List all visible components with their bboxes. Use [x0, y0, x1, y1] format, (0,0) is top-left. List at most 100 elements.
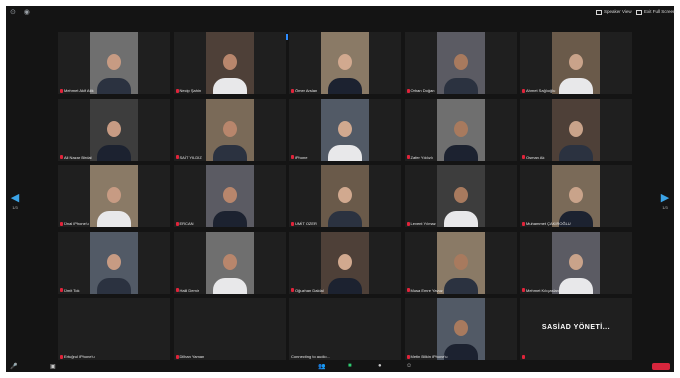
muted-mic-icon: [522, 88, 525, 93]
participant-tile[interactable]: Ertuğrul iPhone'u: [58, 298, 170, 360]
participant-head: [338, 187, 352, 203]
participant-name-tag: Dilhan Yaman: [175, 354, 205, 359]
participant-name-tag: UMİT OZER: [291, 221, 317, 226]
participant-head: [569, 187, 583, 203]
participant-name: Metin Bilkin iPhone'u: [410, 354, 448, 359]
full-screen-label: Exit Full Screen: [644, 9, 676, 14]
muted-mic-icon: [406, 354, 410, 359]
participant-name-tag: Oğuzhan Daldal: [291, 288, 324, 293]
participant-name-tag: Halil Demir: [175, 287, 200, 293]
participant-name: SAİT YILDIZ: [179, 154, 202, 160]
participant-head: [453, 320, 468, 336]
participant-name-tag: Connecting to audio...: [291, 354, 330, 359]
participant-video: [90, 165, 138, 227]
participant-name-tag: Ertuğrul iPhone'u: [60, 354, 95, 359]
participant-tile[interactable]: Ümit Tok: [58, 231, 170, 294]
participant-video: [552, 32, 600, 94]
participant-tile[interactable]: Orhan Doğan: [404, 32, 517, 94]
participant-head: [338, 54, 352, 70]
participant-head: [569, 54, 583, 70]
participant-head: [338, 120, 352, 137]
participant-tile[interactable]: Metin Bilkin iPhone'u: [404, 298, 517, 360]
share-screen-icon[interactable]: ■: [348, 363, 352, 369]
participant-tile[interactable]: Dilhan Yaman: [173, 298, 286, 360]
participant-tile[interactable]: Ömer Arslan: [289, 32, 401, 94]
participant-head: [107, 187, 121, 203]
leave-button[interactable]: [652, 363, 670, 370]
participant-tile[interactable]: Levent Yılmaz: [404, 165, 517, 227]
participant-tile[interactable]: Osman Ak: [520, 98, 632, 161]
participant-tile[interactable]: ERCAN: [173, 165, 286, 227]
participant-tile[interactable]: Halil Demir: [173, 231, 286, 294]
participant-tile[interactable]: iPhone: [289, 98, 401, 161]
participant-tile[interactable]: Oğuzhan Daldal: [289, 231, 401, 294]
video-icon[interactable]: ▣: [50, 363, 56, 370]
participant-name: Halil Demir: [179, 287, 200, 293]
participant-tile[interactable]: SAİT YILDIZ: [173, 98, 286, 161]
participant-name: Ertuğrul iPhone'u: [64, 354, 95, 359]
participant-video: [321, 98, 369, 161]
participant-name-tag: Muhammet ÇAKIROĞLU: [522, 221, 571, 226]
participant-tile[interactable]: Mehmet Akif Atik: [58, 32, 170, 94]
participant-video: [90, 231, 138, 294]
prev-page-button[interactable]: ◀ 1/3: [8, 191, 22, 210]
participant-body: [212, 144, 247, 161]
participant-tile[interactable]: Mehmet Kılıçaslan: [520, 231, 632, 294]
exit-full-screen-button[interactable]: Exit Full Screen: [636, 8, 676, 16]
reactions-icon[interactable]: ☺: [406, 363, 412, 369]
participant-video: [90, 32, 138, 94]
participant-name-tag: Levent Yılmaz: [406, 221, 436, 226]
next-page-button[interactable]: ▶ 1/3: [658, 191, 672, 210]
participant-tile[interactable]: Necip Şahin: [173, 32, 286, 94]
muted-mic-icon: [60, 155, 63, 159]
participant-name-tag: Ömer Arslan: [291, 88, 317, 93]
participant-body: [443, 277, 478, 294]
participant-tile[interactable]: Connecting to audio...: [289, 298, 401, 360]
participant-name: Ünal iPhone'u: [64, 221, 89, 226]
participant-body: [97, 277, 131, 294]
bottom-bar: 🎤 ▣ 👥 ■ ● ☺: [6, 362, 674, 372]
participant-video: [205, 231, 254, 294]
participant-name-tag: Osman Ak: [522, 155, 544, 160]
participant-name: Osman Ak: [526, 154, 545, 160]
mute-icon[interactable]: 🎤: [10, 363, 17, 370]
participant-video: [552, 165, 600, 227]
participant-tile[interactable]: Zafer Yıldızlı: [404, 98, 517, 161]
participant-video: [321, 231, 369, 294]
top-left-icons[interactable]: ⊙ ◉: [10, 8, 33, 16]
participant-tile[interactable]: Muhammet ÇAKIROĞLU: [520, 165, 632, 227]
participant-tile[interactable]: UMİT OZER: [289, 165, 401, 227]
participant-body: [212, 277, 247, 294]
participant-name: Musa Emre Yavuz: [410, 287, 443, 293]
participant-head: [453, 120, 468, 137]
participant-tile[interactable]: Ali Nazar Birdal: [58, 98, 170, 161]
participant-tile[interactable]: SASİAD YÖNETİ...: [520, 298, 632, 360]
participant-tile[interactable]: Musa Emre Yavuz: [404, 231, 517, 294]
participants-icon[interactable]: 👥: [318, 363, 325, 370]
participant-head: [222, 187, 237, 203]
participant-name-tag: Mehmet Kılıçaslan: [522, 288, 559, 293]
participant-head: [222, 54, 237, 70]
speaker-view-label: Speaker View: [604, 9, 632, 14]
participant-body: [443, 211, 478, 227]
participant-head: [569, 253, 583, 270]
muted-mic-icon: [175, 88, 179, 93]
participant-name: Dilhan Yaman: [179, 354, 205, 359]
participant-name-tag: Metin Bilkin iPhone'u: [406, 354, 448, 359]
participant-tile[interactable]: Ünal iPhone'u: [58, 165, 170, 227]
record-icon[interactable]: ●: [378, 363, 382, 369]
muted-mic-icon: [60, 221, 63, 226]
muted-mic-icon: [175, 354, 179, 359]
participant-name: Ahmet Sağlıoğlu: [526, 88, 556, 93]
participant-name-tag: [522, 355, 526, 359]
participant-tile[interactable]: Ahmet Sağlıoğlu: [520, 32, 632, 94]
speaker-view-button[interactable]: Speaker View: [596, 8, 632, 16]
muted-mic-icon: [522, 221, 525, 226]
participant-body: [559, 277, 593, 294]
muted-mic-icon: [522, 155, 525, 159]
participant-video: [205, 98, 254, 161]
participant-name: Ümit Tok: [64, 287, 80, 293]
muted-mic-icon: [406, 88, 410, 93]
participant-head: [107, 120, 121, 137]
participant-head: [107, 253, 121, 270]
